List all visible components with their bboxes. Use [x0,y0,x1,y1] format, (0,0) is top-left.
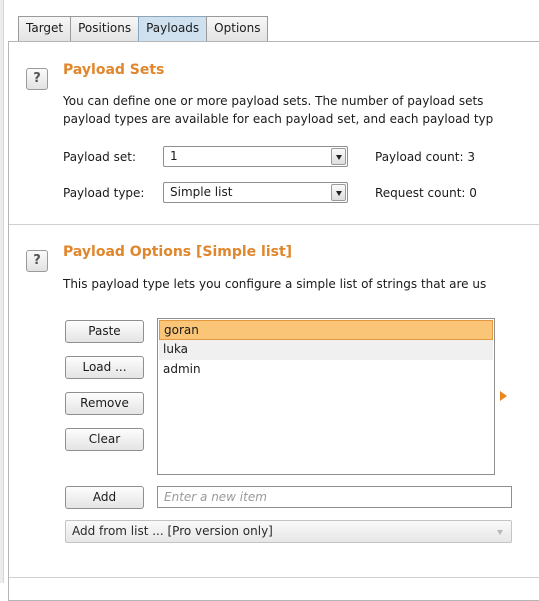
chevron-down-icon[interactable] [331,148,346,165]
payload-sets-title: Payload Sets [63,62,165,78]
chevron-down-icon[interactable] [497,530,503,535]
payload-set-label: Payload set: [63,150,136,164]
chevron-down-icon[interactable] [331,184,346,201]
tab-positions[interactable]: Positions [70,16,140,41]
payload-sets-desc-2: payload types are available for each pay… [63,112,494,126]
list-item[interactable]: goran [159,320,493,340]
request-count: Request count: 0 [375,186,477,200]
payload-count: Payload count: 3 [375,150,475,164]
payload-type-label: Payload type: [63,186,145,200]
section-divider [9,224,539,225]
play-icon [500,391,507,401]
window-edge [0,0,4,583]
paste-button[interactable]: Paste [65,320,144,343]
section-divider [9,577,539,578]
tab-bar: Target Positions Payloads Options [18,16,269,42]
help-icon[interactable]: ? [26,68,48,90]
add-from-list-label: Add from list ... [Pro version only] [72,524,273,538]
payload-options-desc: This payload type lets you configure a s… [63,277,487,291]
remove-button[interactable]: Remove [65,392,144,415]
payload-set-value: 1 [170,149,178,163]
payload-list[interactable]: goran luka admin [157,318,495,475]
payload-options-title: Payload Options [Simple list] [63,244,293,260]
list-item[interactable]: admin [159,360,493,380]
new-item-input[interactable]: Enter a new item [157,486,512,508]
tab-target[interactable]: Target [18,16,72,41]
clear-button[interactable]: Clear [65,428,144,451]
payload-type-select[interactable]: Simple list [163,182,348,203]
payload-set-select[interactable]: 1 [163,146,348,167]
tab-payloads[interactable]: Payloads [138,16,208,41]
payload-type-value: Simple list [170,185,233,199]
load-button[interactable]: Load ... [65,356,144,379]
payload-sets-desc-1: You can define one or more payload sets.… [63,94,484,108]
payloads-panel: ? Payload Sets You can define one or mor… [8,41,539,601]
tab-options[interactable]: Options [206,16,269,41]
list-item[interactable]: luka [159,340,493,360]
add-button[interactable]: Add [65,486,144,509]
add-from-list-select[interactable]: Add from list ... [Pro version only] [65,520,512,543]
help-icon[interactable]: ? [26,250,48,272]
